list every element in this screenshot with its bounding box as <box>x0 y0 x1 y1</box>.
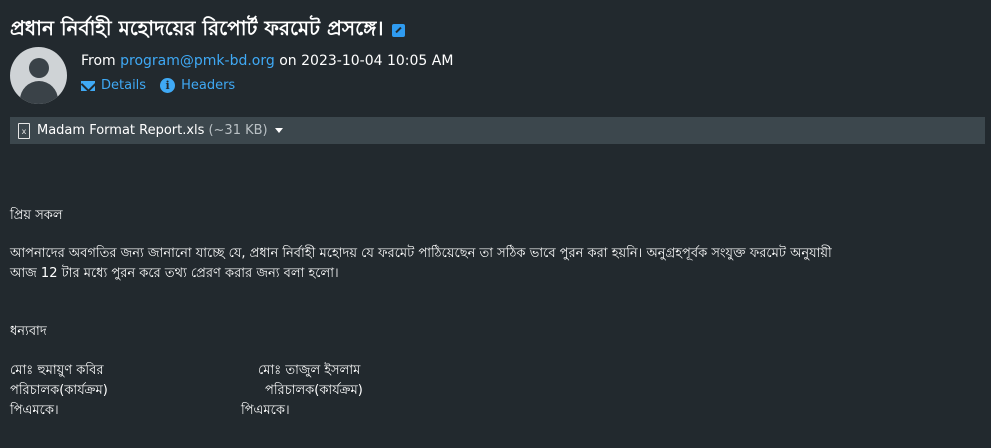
message-date: 2023-10-04 10:05 AM <box>301 53 454 69</box>
details-button[interactable]: Details <box>81 78 146 93</box>
signature-2-org: পিএমকে। <box>241 403 290 418</box>
header-actions: Details i Headers <box>81 78 249 93</box>
headers-label: Headers <box>181 78 236 93</box>
details-label: Details <box>101 78 147 93</box>
attachment-size: (~31 KB) <box>208 123 268 138</box>
from-label: From <box>81 53 116 69</box>
paragraph-line-2: আজ 12 টার মধ্যে পুরন করে তথ্য প্রেরণ করা… <box>10 266 339 281</box>
signature-2-title: পরিচালক(কার্যক্রম) <box>265 383 363 398</box>
on-label: on <box>279 53 297 69</box>
signature-1-name: মোঃ হুমায়ুণ কবির <box>10 363 104 378</box>
avatar-body-icon <box>20 81 58 104</box>
open-external-icon[interactable] <box>391 24 405 37</box>
envelope-icon <box>81 80 95 91</box>
attachment-bar[interactable]: x Madam Format Report.xls (~31 KB) <box>10 117 985 144</box>
message-subject: প্রধান নির্বাহী মহোদয়ের রিপোর্ট ফরমেট প… <box>10 14 405 47</box>
thanks-text: ধন্যবাদ <box>10 324 47 339</box>
signature-1-title: পরিচালক(কার্যক্রম) <box>10 383 108 398</box>
avatar-head-icon <box>29 58 49 78</box>
chevron-down-icon[interactable] <box>274 128 283 133</box>
from-line: From program@pmk-bd.org on 2023-10-04 10… <box>81 53 453 69</box>
attachment-name[interactable]: Madam Format Report.xls <box>37 123 204 138</box>
paragraph-line-1: আপনাদের অবগতির জন্য জানানো যাচ্ছে যে, প্… <box>10 246 832 261</box>
greeting: প্রিয় সকল <box>10 208 63 223</box>
info-icon: i <box>160 78 176 93</box>
sender-email-link[interactable]: program@pmk-bd.org <box>120 53 275 69</box>
headers-button[interactable]: i Headers <box>160 78 235 93</box>
sender-avatar <box>10 47 67 104</box>
excel-file-icon: x <box>18 122 30 139</box>
signature-2-name: মোঃ তাজুল ইসলাম <box>258 363 361 378</box>
signature-1-org: পিএমকে। <box>10 403 59 418</box>
subject-text: প্রধান নির্বাহী মহোদয়ের রিপোর্ট ফরমেট প… <box>10 16 384 40</box>
